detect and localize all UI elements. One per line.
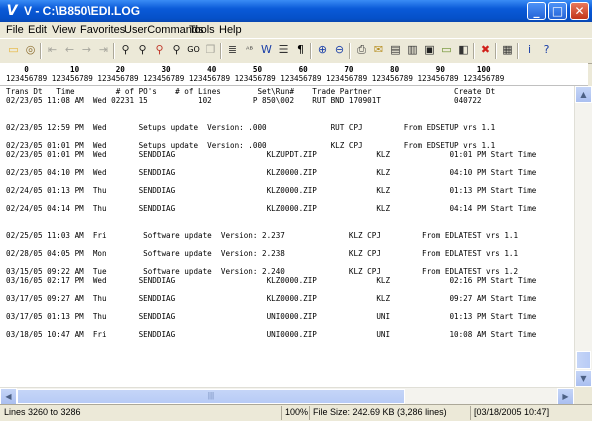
- print-icon[interactable]: ⎙: [353, 42, 370, 59]
- column-ruler: 0 10 20 30 40 50 60 70 80 90 100 1234567…: [0, 63, 588, 86]
- ruler-tens: 0 10 20 30 40 50 60 70 80 90 100: [6, 65, 491, 74]
- grid-icon[interactable]: ▦: [499, 42, 516, 59]
- ruler-units: 123456789 123456789 123456789 123456789 …: [6, 74, 505, 83]
- menu-tools[interactable]: Tools: [189, 24, 215, 36]
- app-icon[interactable]: V: [4, 3, 20, 19]
- info-icon[interactable]: i: [521, 42, 538, 59]
- format-icon[interactable]: ☰: [275, 42, 292, 59]
- open-folder-icon[interactable]: ▭: [5, 42, 22, 59]
- properties-icon[interactable]: ◧: [455, 42, 472, 59]
- word-wrap-icon[interactable]: W: [258, 42, 275, 59]
- email-icon[interactable]: ✉: [370, 42, 387, 59]
- nav-first-icon[interactable]: ⇤: [44, 42, 61, 59]
- scroll-down-arrow-icon[interactable]: ▼: [575, 370, 592, 387]
- status-zoom: 100%: [285, 407, 309, 417]
- menu-bar: File Edit View Favorites UserCommands To…: [0, 22, 592, 38]
- horizontal-scroll-thumb[interactable]: |||: [17, 389, 405, 404]
- zoom-in-icon[interactable]: ⊕: [314, 42, 331, 59]
- goto-icon[interactable]: GO: [185, 42, 202, 59]
- horizontal-scrollbar[interactable]: ◀ ||| ▶: [0, 387, 574, 405]
- status-datetime: [03/18/2005 10:47]: [474, 407, 550, 417]
- toolbar: ▭ ◎ ⇤ ← → ⇥ ⚲ ⚲ ⚲ ⚲ GO ❐ ≣ ᴬᴮ W ☰ ¶ ⊕ ⊖ ⎙ ✉ ▤ ▥ ▣ ▭ ◧ ✖ ▦ i?: [0, 38, 592, 64]
- toolbar-separator: [113, 43, 115, 59]
- hex-view-icon[interactable]: ▤: [387, 42, 404, 59]
- menu-file[interactable]: File: [6, 24, 24, 36]
- menu-help[interactable]: Help: [219, 24, 242, 36]
- help-icon[interactable]: ?: [538, 42, 555, 59]
- toolbar-separator: [40, 43, 42, 59]
- vertical-scrollbar[interactable]: ▲ ▼: [574, 86, 592, 387]
- toolbar-separator: [220, 43, 222, 59]
- page-view-icon[interactable]: ▥: [404, 42, 421, 59]
- scroll-up-arrow-icon[interactable]: ▲: [575, 86, 592, 103]
- folder-list-icon[interactable]: ▭: [438, 42, 455, 59]
- toolbar-separator: [517, 43, 519, 59]
- nav-prev-icon[interactable]: ←: [61, 42, 78, 59]
- title-bar[interactable]: V V - C:\B850\EDI.LOG _ □ ✕: [0, 0, 592, 22]
- status-filesize: File Size: 242.69 KB (3,286 lines): [313, 407, 447, 417]
- status-divider: [470, 406, 471, 420]
- status-divider: [309, 406, 310, 420]
- menu-favorites[interactable]: Favorites: [80, 24, 125, 36]
- minimize-button[interactable]: _: [527, 2, 546, 20]
- window-title: V - C:\B850\EDI.LOG: [24, 4, 141, 18]
- toolbar-separator: [310, 43, 312, 59]
- maximize-button[interactable]: □: [548, 2, 567, 20]
- screen-icon[interactable]: ▣: [421, 42, 438, 59]
- toolbar-separator: [473, 43, 475, 59]
- nav-last-icon[interactable]: ⇥: [95, 42, 112, 59]
- file-content-view[interactable]: Trans Dt Time # of PO's # of Lines Set\R…: [0, 86, 574, 387]
- toolbar-separator: [495, 43, 497, 59]
- find-prev-icon[interactable]: ⚲: [151, 42, 168, 59]
- status-lines: Lines 3260 to 3286: [4, 407, 81, 417]
- scroll-right-arrow-icon[interactable]: ▶: [557, 388, 574, 405]
- zoom-out-icon[interactable]: ⊖: [331, 42, 348, 59]
- find-again-icon[interactable]: ⚲: [134, 42, 151, 59]
- scrollbar-corner: [574, 387, 592, 404]
- nav-next-icon[interactable]: →: [78, 42, 95, 59]
- find-all-icon[interactable]: ⚲: [168, 42, 185, 59]
- toolbar-separator: [349, 43, 351, 59]
- close-button[interactable]: ✕: [570, 2, 589, 20]
- vertical-scroll-thumb[interactable]: [576, 351, 591, 369]
- scroll-left-arrow-icon[interactable]: ◀: [0, 388, 17, 405]
- close-file-icon[interactable]: ✖: [477, 42, 494, 59]
- text-view-icon[interactable]: ≣: [224, 42, 241, 59]
- file-lines[interactable]: Trans Dt Time # of PO's # of Lines Set\R…: [6, 87, 536, 339]
- abc-def-icon[interactable]: ᴬᴮ: [241, 42, 258, 59]
- find-icon[interactable]: ⚲: [117, 42, 134, 59]
- open-file-icon[interactable]: ◎: [22, 42, 39, 59]
- menu-edit[interactable]: Edit: [28, 24, 47, 36]
- status-bar: Lines 3260 to 3286 100% File Size: 242.6…: [0, 404, 592, 421]
- copy-icon[interactable]: ❐: [202, 42, 219, 59]
- pilcrow-icon[interactable]: ¶: [292, 42, 309, 59]
- status-divider: [281, 406, 282, 420]
- menu-view[interactable]: View: [52, 24, 76, 36]
